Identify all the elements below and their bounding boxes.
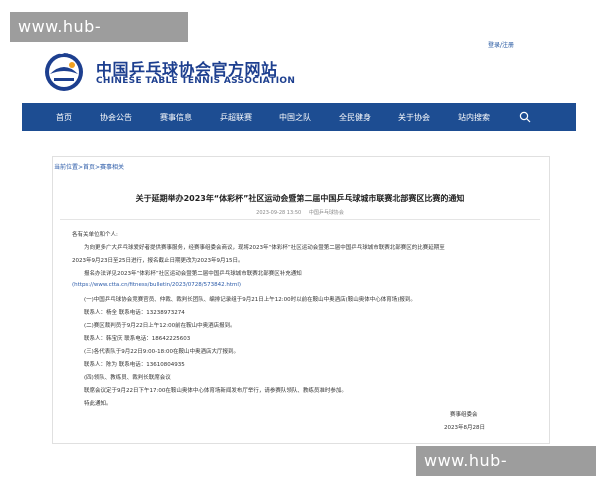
article-date: 2023-09-28 13:50 xyxy=(256,210,302,216)
article-paragraph: 为向更多广大乒乓球爱好者提供赛事服务，经赛事组委会商议，现将2023年“体彩杯”… xyxy=(84,245,445,251)
contact-line: 联系人：杨全 联系电话：13238973274 xyxy=(84,310,185,316)
nav-item-events[interactable]: 赛事信息 xyxy=(160,112,192,123)
article-paragraph: (二)赛区裁判员于9月22日上午12:00前在鞍山中奥酒店报到。 xyxy=(84,323,236,329)
nav-item-announcements[interactable]: 协会公告 xyxy=(100,112,132,123)
nav-item-about[interactable]: 关于协会 xyxy=(398,112,430,123)
nav-item-fitness[interactable]: 全民健身 xyxy=(339,112,371,123)
nav-item-super-league[interactable]: 乒超联赛 xyxy=(220,112,252,123)
nav-item-home[interactable]: 首页 xyxy=(56,112,72,123)
logo-english-name: CHINESE TABLE TENNIS ASSOCIATION xyxy=(96,76,296,86)
supplementary-notice-link[interactable]: (https://www.ctta.cn/fitness/bulletin/20… xyxy=(72,282,241,288)
watermark-bottom: www.hub-fun88.com xyxy=(416,446,596,492)
article-source: 中国乒乓球协会 xyxy=(308,210,344,216)
article-greeting: 各有关单位和个人: xyxy=(72,232,118,238)
contact-line: 联系人：韩宝庆 联系电话：18642225603 xyxy=(84,336,191,342)
breadcrumb[interactable]: 当前位置>首页>赛事相关 xyxy=(54,162,124,171)
article-title: 关于延期举办2023年“体彩杯”社区运动会暨第二届中国乒乓球城市联赛北部赛区比赛… xyxy=(135,194,465,203)
nav-item-national-team[interactable]: 中国之队 xyxy=(279,112,311,123)
article-paragraph: (三)各代表队于9月22日9:00-18:00在鞍山中奥酒店大厅报到。 xyxy=(84,349,239,355)
nav-item-site-search[interactable]: 站内搜索 xyxy=(458,112,490,123)
article-paragraph: (一)中国乒乓球协会竞赛官员、仲裁、裁判长团队、编排记录组于9月21日上午12:… xyxy=(84,297,416,303)
contact-line: 联系人：陈为 联系电话：13610804935 xyxy=(84,362,185,368)
login-register-link[interactable]: 登录/注册 xyxy=(488,40,514,49)
watermark-top: www.hub-fun88.com xyxy=(10,12,188,58)
article-signature: 赛事组委会 xyxy=(450,412,478,418)
article-closing: 特此通知。 xyxy=(84,401,112,407)
article-paragraph: 2023年9月23日至25日进行，报名截止日期更改为2023年9月15日。 xyxy=(72,258,244,264)
title-divider xyxy=(60,219,540,220)
article-paragraph: (四)领队、教练员、裁判长联席会议 xyxy=(84,375,171,381)
search-icon[interactable] xyxy=(519,111,531,123)
article-meta: 2023-09-28 13:50 中国乒乓球协会 xyxy=(52,209,548,216)
article-signature-date: 2023年8月28日 xyxy=(444,425,485,431)
main-nav: 首页 协会公告 赛事信息 乒超联赛 中国之队 全民健身 关于协会 站内搜索 xyxy=(22,103,576,131)
article-paragraph: 联席会议定于9月22日下午17:00在鞍山奥体中心体育场新闻发布厅举行，请参赛队… xyxy=(84,388,347,394)
article-paragraph: 报名办法详见2023年“体彩杯”社区运动会暨第二届中国乒乓球城市联赛北部赛区补充… xyxy=(84,271,302,277)
